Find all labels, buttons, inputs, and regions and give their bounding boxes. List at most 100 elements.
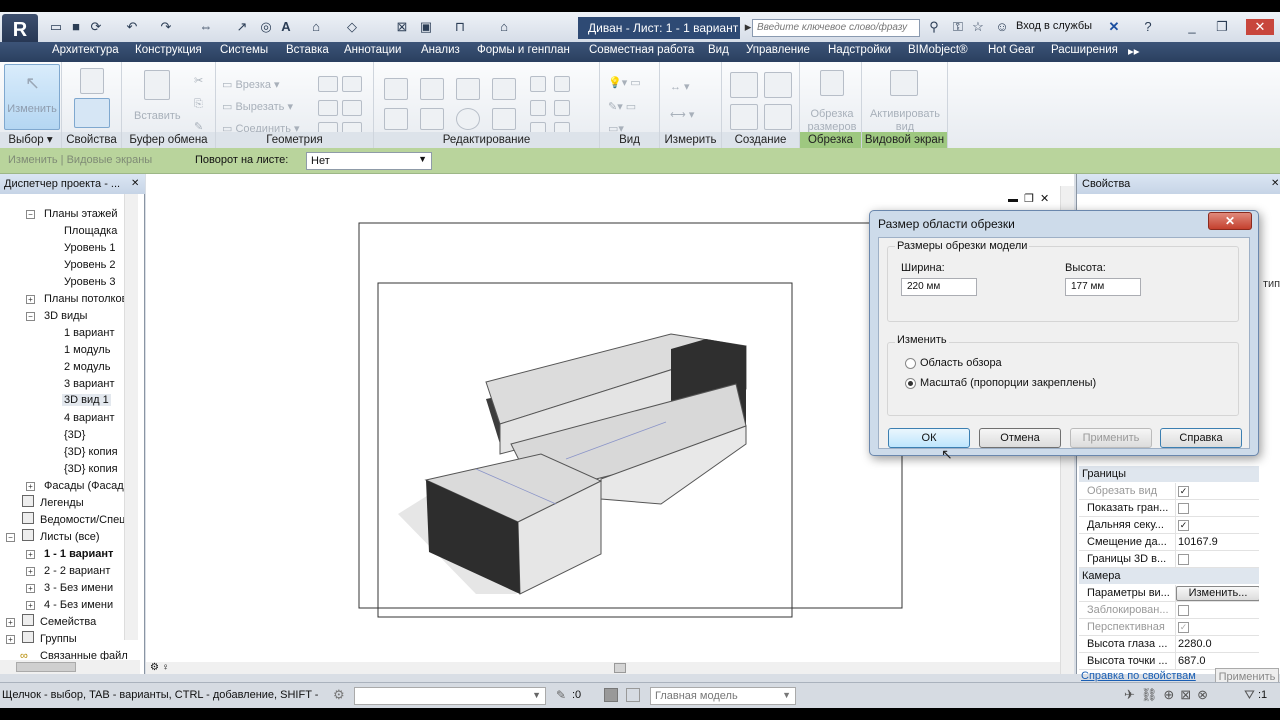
text-icon[interactable]: A — [278, 19, 294, 35]
cut-geometry-button[interactable]: ▭ Вырезать ▾ — [222, 100, 293, 113]
tab-structure[interactable]: Конструкция — [135, 44, 202, 56]
aligned-dimension-icon[interactable]: ⟷ ▾ — [670, 108, 694, 121]
redo-icon[interactable]: ↷ — [158, 19, 174, 35]
copy-element-icon[interactable] — [420, 108, 444, 130]
type-properties-icon[interactable] — [74, 98, 110, 128]
geometry-tool-4-icon[interactable] — [342, 100, 362, 116]
design-options-icon[interactable] — [604, 688, 618, 702]
render-settings-button[interactable]: Изменить... — [1176, 586, 1259, 601]
tree-sheet-3[interactable]: 3 - Без имени — [44, 582, 113, 594]
tab-architecture[interactable]: Архитектура — [52, 44, 119, 56]
target-elevation-value[interactable]: 687.0 — [1175, 653, 1259, 669]
properties-icon[interactable] — [80, 68, 104, 94]
array-icon[interactable] — [530, 100, 546, 116]
scale-icon[interactable] — [554, 100, 570, 116]
expander-families[interactable]: + — [6, 618, 15, 627]
crop-view-checkbox[interactable]: ✓ — [1178, 485, 1189, 497]
worksets-icon[interactable]: ⚙ — [333, 687, 345, 703]
tab-collaborate[interactable]: Совместная работа — [589, 44, 694, 56]
expander-sheet-4[interactable]: + — [26, 601, 35, 610]
dimension-icon[interactable]: ↗ — [234, 19, 250, 35]
ok-button[interactable]: ОК — [888, 428, 970, 448]
tree-sheet-4[interactable]: 4 - Без имени — [44, 599, 113, 611]
tree-variant-3[interactable]: 3 вариант — [64, 378, 115, 390]
help-button[interactable]: Справка — [1160, 428, 1242, 448]
tab-systems[interactable]: Системы — [220, 44, 268, 56]
tree-level-3[interactable]: Уровень 3 — [64, 276, 116, 288]
width-input[interactable]: 220 мм — [901, 278, 977, 296]
close-hidden-icon[interactable]: ⊠ — [394, 19, 410, 35]
open-icon[interactable]: ▭ — [48, 19, 64, 35]
favorites-star-icon[interactable]: ☆ — [970, 19, 986, 35]
subscription-icon[interactable]: ⚿ — [950, 19, 966, 35]
design-options-toggle-icon[interactable] — [626, 688, 640, 702]
measure-between-icon[interactable]: ↔ ▾ — [670, 80, 690, 93]
filter-icon[interactable]: ⛛ — [1244, 687, 1255, 703]
canvas-horizontal-scrollbar[interactable]: ⚙ ♀ — [146, 662, 1060, 674]
tree-module-2[interactable]: 2 модуль — [64, 361, 110, 373]
cut-icon[interactable]: ✂ — [194, 74, 203, 87]
field-of-view-radio[interactable] — [905, 358, 916, 369]
tree-3d-view-1[interactable]: 3D вид 1 — [62, 394, 111, 406]
show-crop-checkbox[interactable] — [1178, 502, 1189, 514]
close-icon[interactable]: ✕ — [1246, 19, 1274, 35]
tab-bimobject[interactable]: BIMobject® — [908, 44, 968, 56]
offset-icon[interactable] — [420, 78, 444, 100]
thin-lines-icon[interactable]: ⊓ — [452, 19, 468, 35]
create-assembly-icon[interactable] — [730, 104, 758, 130]
user-icon[interactable]: ☺ — [994, 19, 1010, 35]
view-close-icon[interactable]: ✕ — [1040, 192, 1049, 205]
scale-radio[interactable] — [905, 378, 916, 389]
cope-button[interactable]: ▭ Врезка ▾ — [222, 78, 280, 91]
design-option-select[interactable]: Главная модель ▼ — [650, 687, 796, 705]
tab-manage[interactable]: Управление — [746, 44, 810, 56]
view-minimize-icon[interactable]: ▬ — [1008, 194, 1018, 205]
tree-groups[interactable]: Группы — [40, 633, 77, 645]
tree-variant-4[interactable]: 4 вариант — [64, 412, 115, 424]
search-input[interactable]: Введите ключевое слово/фразу — [752, 19, 920, 37]
tree-level-2[interactable]: Уровень 2 — [64, 259, 116, 271]
tab-hot-gear[interactable]: Hot Gear — [988, 44, 1035, 56]
home-icon[interactable]: ⌂ — [496, 19, 512, 35]
dialog-close-icon[interactable]: ✕ — [1208, 212, 1252, 230]
align-icon[interactable] — [384, 78, 408, 100]
expander-ceiling-plans[interactable]: + — [26, 295, 35, 304]
editing-requests-icon[interactable]: ✎ — [556, 688, 566, 702]
tab-annotate[interactable]: Аннотации — [344, 44, 401, 56]
save-icon[interactable]: ■ — [68, 19, 84, 35]
activate-view-icon[interactable] — [890, 70, 918, 96]
tab-insert[interactable]: Вставка — [286, 44, 329, 56]
minimize-icon[interactable]: _ — [1184, 19, 1200, 35]
tree-floor-plans[interactable]: Планы этажей — [44, 208, 118, 220]
override-icon[interactable]: ✎▾ ▭ — [608, 100, 636, 113]
section-bounds[interactable]: Границы — [1079, 466, 1259, 482]
crop-size-icon[interactable] — [820, 70, 844, 96]
canvas-scroll-thumb[interactable] — [614, 663, 626, 673]
create-parts-icon[interactable] — [730, 72, 758, 98]
expander-sheet-1[interactable]: + — [26, 550, 35, 559]
3d-view-icon[interactable]: ⌂ — [308, 19, 324, 35]
crop-size-button[interactable]: Обрезка размеров — [804, 108, 860, 134]
tree-variant-1[interactable]: 1 вариант — [64, 327, 115, 339]
tree-ceiling-plans[interactable]: Планы потолков — [44, 293, 127, 305]
scale-label[interactable]: Масштаб (пропорции закреплены) — [920, 377, 1096, 389]
cancel-button[interactable]: Отмена — [979, 428, 1061, 448]
restore-icon[interactable]: ❐ — [1214, 19, 1230, 35]
tab-view[interactable]: Вид — [708, 44, 729, 56]
undo-icon[interactable]: ↶ — [124, 19, 140, 35]
expander-floor-plans[interactable]: − — [26, 210, 35, 219]
geometry-tool-1-icon[interactable] — [318, 76, 338, 92]
workset-select[interactable]: ▼ — [354, 687, 546, 705]
tree-legends[interactable]: Легенды — [40, 497, 84, 509]
tree-3d-default[interactable]: {3D} — [64, 429, 85, 441]
tab-analyze[interactable]: Анализ — [421, 44, 460, 56]
section-camera[interactable]: Камера — [1079, 568, 1259, 584]
tree-schedules[interactable]: Ведомости/Спец — [40, 514, 126, 526]
mirror-draw-icon[interactable] — [492, 78, 516, 100]
tab-addins[interactable]: Надстройки — [828, 44, 891, 56]
expander-3d-views[interactable]: − — [26, 312, 35, 321]
pin-icon[interactable] — [554, 76, 570, 92]
far-clip-checkbox[interactable]: ✓ — [1178, 519, 1189, 531]
move-icon[interactable] — [384, 108, 408, 130]
geometry-tool-2-icon[interactable] — [342, 76, 362, 92]
